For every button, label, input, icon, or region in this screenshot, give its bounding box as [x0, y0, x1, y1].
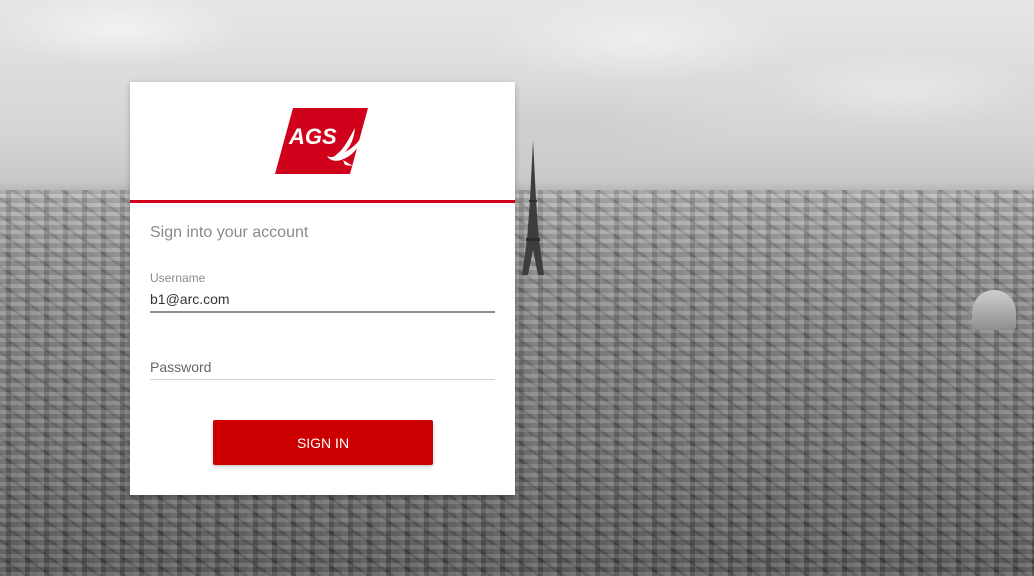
eiffel-tower-image: [522, 140, 544, 275]
username-input[interactable]: [150, 287, 495, 313]
username-label: Username: [150, 271, 206, 285]
sign-in-heading: Sign into your account: [150, 224, 309, 241]
login-card: AGS Sign into your account Username SIGN…: [130, 82, 515, 495]
dome-building-image: [972, 290, 1016, 330]
sign-in-button[interactable]: SIGN IN: [213, 420, 433, 465]
login-card-header: AGS: [130, 82, 515, 203]
logo-text: AGS: [288, 124, 337, 149]
ags-logo: AGS: [275, 108, 368, 174]
password-input[interactable]: [150, 355, 495, 380]
